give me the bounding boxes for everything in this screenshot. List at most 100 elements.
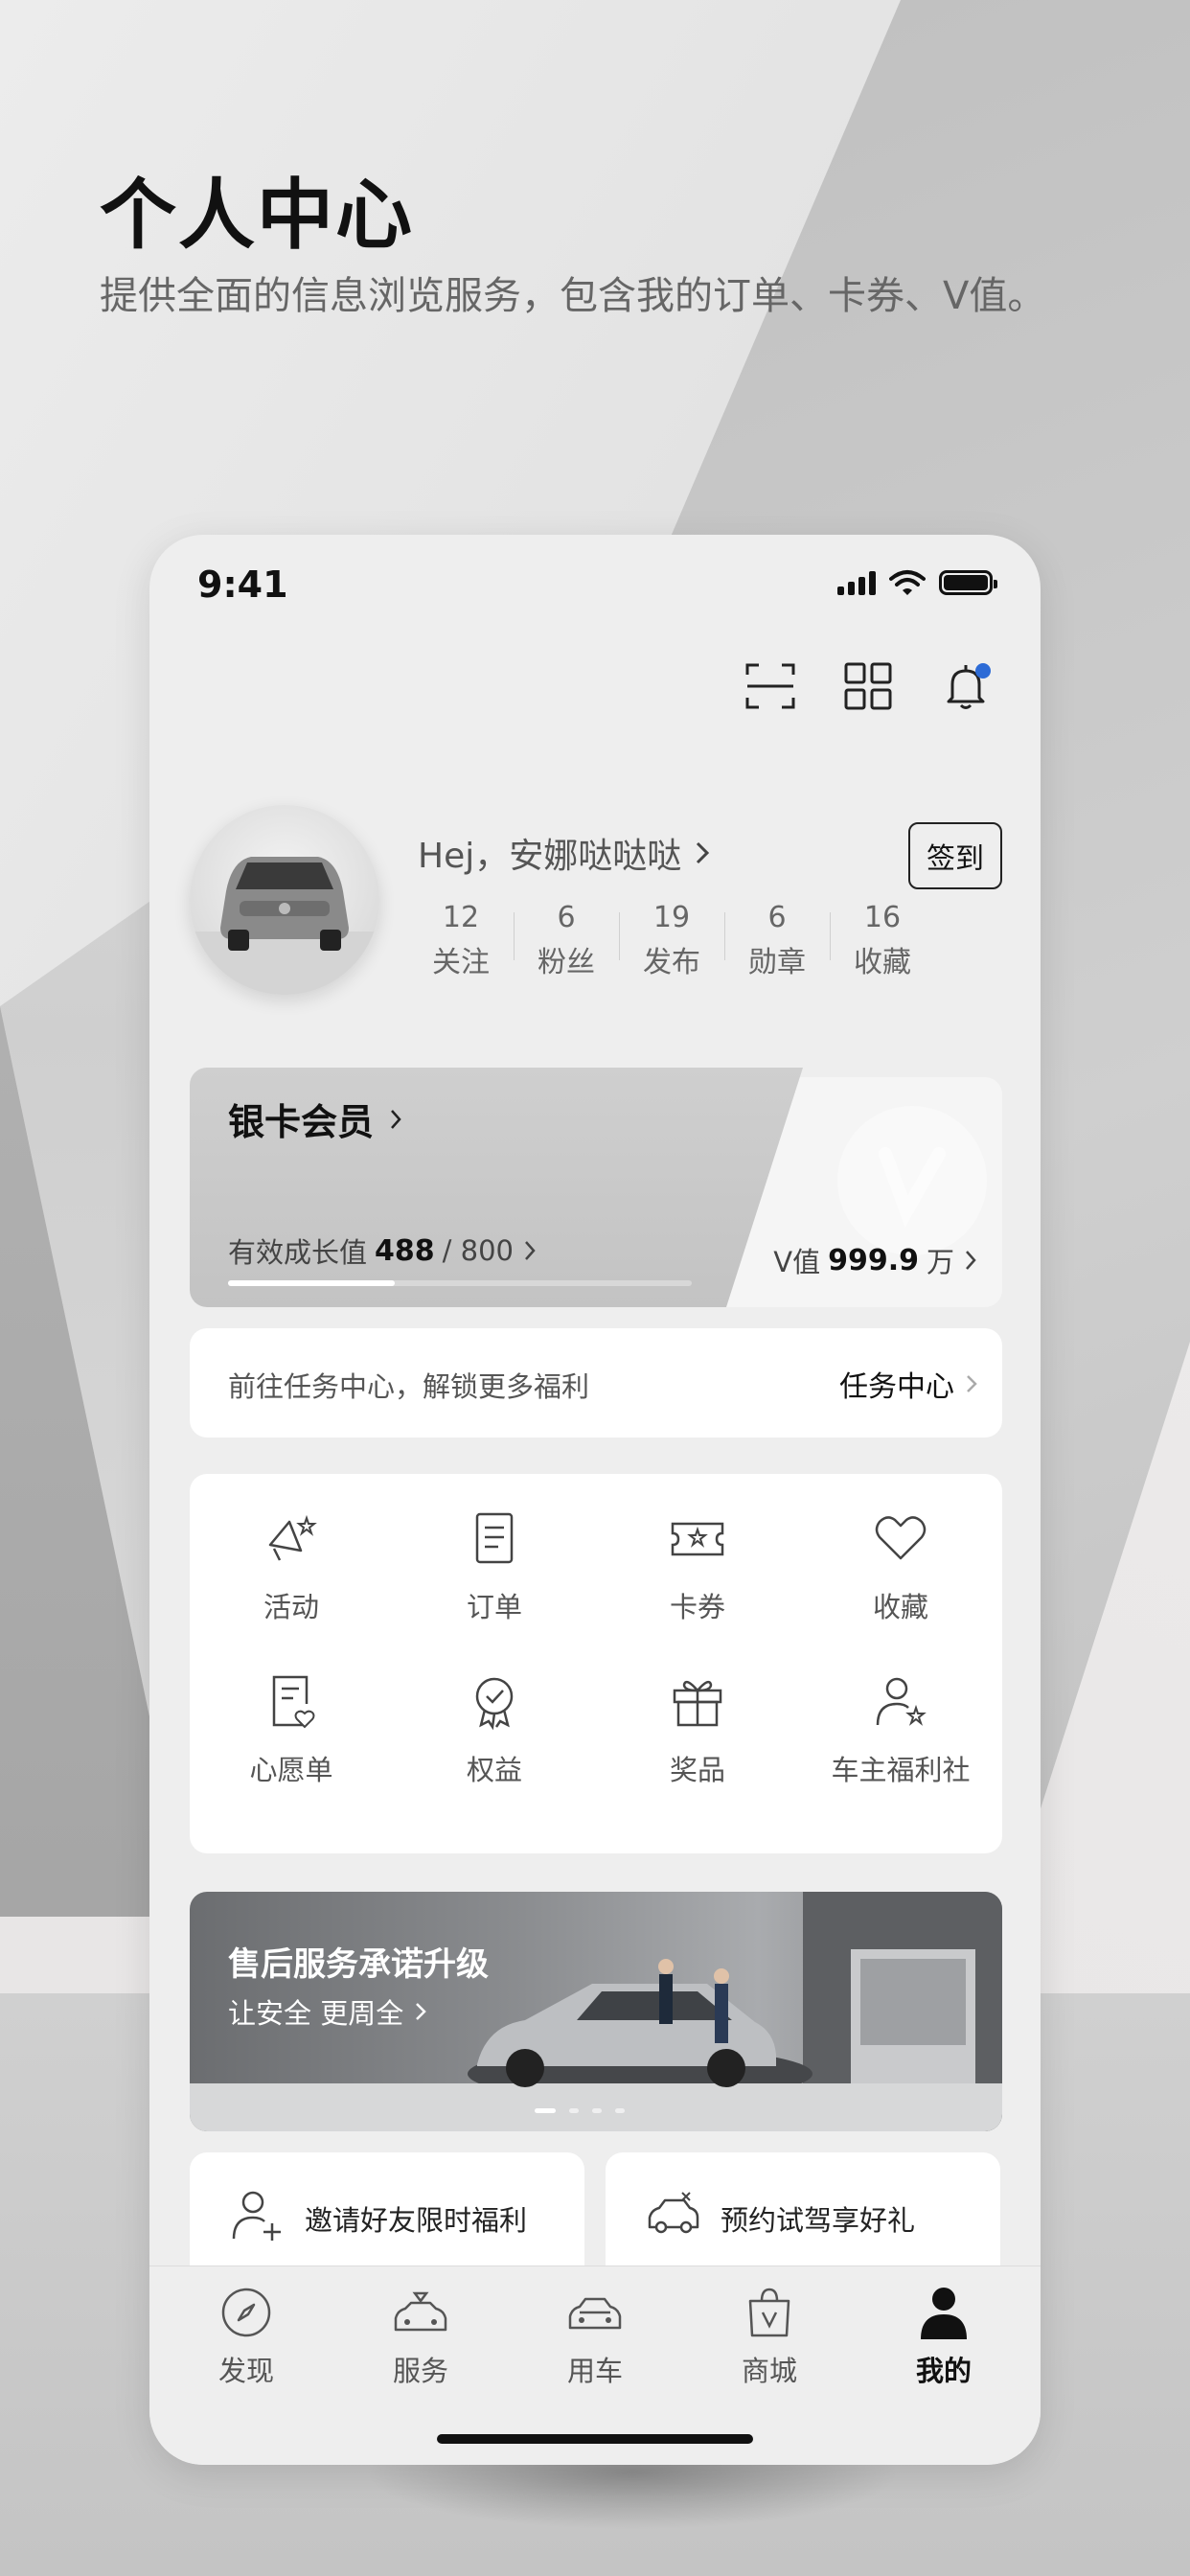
v-value-number: 999.9	[828, 1243, 919, 1277]
stat-label: 发布	[643, 946, 700, 979]
phone-screen: 9:41 Hej，安娜哒哒哒 签到 12 关注 6 粉丝 19 发布 6 勋章 …	[149, 535, 1041, 2465]
profile-stats: 12 关注 6 粉丝 19 发布 6 勋章 16 收藏	[408, 901, 935, 980]
car-avatar-image	[190, 857, 379, 995]
chevron-right-icon	[391, 1109, 401, 1129]
stat-number: 19	[652, 901, 691, 934]
growth-progress-fill	[228, 1280, 396, 1286]
service-car-icon	[394, 2291, 447, 2332]
tab-car[interactable]: 用车	[523, 2284, 667, 2389]
grid-item-label: 活动	[263, 1591, 319, 1623]
stat-posts[interactable]: 19 发布	[619, 901, 724, 980]
tab-label: 我的	[915, 2355, 972, 2387]
grid-item-label: 卡券	[669, 1591, 725, 1623]
feature-grid: 活动 订单 卡券 收藏 心愿单 权益 奖品 车主福利社	[190, 1508, 1002, 1788]
badge-check-icon	[475, 1677, 514, 1731]
grid-item-orders[interactable]: 订单	[393, 1508, 596, 1625]
stat-number: 6	[767, 901, 787, 934]
v-logo-icon	[837, 1106, 987, 1255]
growth-label: 有效成长值	[228, 1236, 368, 1269]
task-center-row[interactable]: 前往任务中心，解锁更多福利 任务中心	[190, 1328, 1002, 1438]
growth-total: / 800	[442, 1234, 514, 1267]
v-value-unit: 万	[926, 1246, 954, 1278]
person-icon	[921, 2288, 967, 2339]
carousel-dots	[535, 2108, 625, 2113]
wishlist-icon	[272, 1675, 315, 1729]
tab-mine[interactable]: 我的	[872, 2284, 1016, 2389]
carousel-dot[interactable]	[569, 2108, 579, 2113]
chevron-right-icon	[416, 2003, 426, 2020]
grid-item-label: 车主福利社	[831, 1754, 971, 1786]
member-title[interactable]: 银卡会员	[228, 1092, 404, 1145]
invite-user-icon	[232, 2191, 281, 2241]
chevron-right-icon	[525, 1241, 536, 1260]
tab-label: 发现	[217, 2355, 274, 2387]
grid-item-prizes[interactable]: 奖品	[596, 1671, 799, 1788]
v-value-label: V值	[773, 1246, 821, 1278]
tab-mall[interactable]: 商城	[698, 2284, 841, 2389]
growth-number: 488	[375, 1233, 435, 1268]
car-icon	[568, 2297, 622, 2330]
stat-label: 关注	[432, 946, 490, 979]
status-icons	[837, 569, 997, 596]
compass-icon	[221, 2288, 271, 2337]
growth-value[interactable]: 有效成长值 488 / 800	[228, 1230, 538, 1271]
heart-icon	[875, 1516, 927, 1560]
grid-item-label: 心愿单	[249, 1754, 333, 1786]
grid-item-owner-club[interactable]: 车主福利社	[799, 1671, 1002, 1788]
carousel-dot[interactable]	[535, 2108, 556, 2113]
service-banner[interactable]: 售后服务承诺升级 让安全 更周全	[190, 1892, 1002, 2131]
grid-item-favorites[interactable]: 收藏	[799, 1508, 1002, 1625]
promo-label: 邀请好友限时福利	[305, 2204, 528, 2237]
member-card[interactable]: V值 999.9 万 银卡会员 有效成长值 488 / 800	[190, 1068, 1002, 1307]
grid-item-coupons[interactable]: 卡券	[596, 1508, 799, 1625]
grid-item-label: 订单	[466, 1591, 522, 1623]
top-actions	[744, 659, 993, 713]
tab-label: 用车	[566, 2355, 623, 2387]
task-text: 前往任务中心，解锁更多福利	[228, 1370, 590, 1403]
stat-medals[interactable]: 6 勋章	[724, 901, 830, 980]
v-value[interactable]: V值 999.9 万	[773, 1240, 979, 1280]
growth-progress-bar	[228, 1280, 692, 1286]
grid-item-label: 收藏	[872, 1591, 928, 1623]
stat-favorites[interactable]: 16 收藏	[830, 901, 935, 980]
tab-label: 服务	[392, 2355, 448, 2387]
stat-number: 6	[557, 901, 576, 934]
scan-icon[interactable]	[744, 659, 797, 713]
test-drive-car-icon	[648, 2192, 699, 2234]
grid-item-label: 权益	[466, 1754, 522, 1786]
stat-fans[interactable]: 6 粉丝	[514, 901, 619, 980]
coupon-ticket-icon	[671, 1522, 724, 1556]
battery-icon	[939, 570, 997, 595]
home-indicator[interactable]	[437, 2434, 753, 2444]
greeting-text: Hej，安娜哒哒哒	[418, 837, 682, 876]
hero-title: 个人中心	[100, 171, 414, 260]
avatar[interactable]	[190, 805, 379, 995]
stat-number: 16	[863, 901, 902, 934]
banner-title: 售后服务承诺升级	[228, 1945, 489, 1984]
signin-button[interactable]: 签到	[908, 822, 1002, 889]
hero-subtitle: 提供全面的信息浏览服务，包含我的订单、卡券、V值。	[100, 274, 1046, 318]
tab-service[interactable]: 服务	[349, 2284, 492, 2389]
grid-item-wishlist[interactable]: 心愿单	[190, 1671, 393, 1788]
qr-grid-icon[interactable]	[841, 659, 895, 713]
stat-follow[interactable]: 12 关注	[408, 901, 514, 980]
chevron-right-icon	[967, 1375, 977, 1392]
tab-discover[interactable]: 发现	[174, 2284, 318, 2389]
chevron-right-icon	[966, 1251, 976, 1270]
feature-grid-card: 活动 订单 卡券 收藏 心愿单 权益 奖品 车主福利社	[190, 1474, 1002, 1853]
carousel-dot[interactable]	[592, 2108, 602, 2113]
notification-dot	[975, 663, 991, 678]
task-link-label: 任务中心	[839, 1370, 954, 1404]
bell-icon[interactable]	[939, 659, 993, 713]
carousel-dot[interactable]	[615, 2108, 625, 2113]
task-center-link[interactable]: 任务中心	[839, 1363, 979, 1405]
grid-item-label: 奖品	[669, 1754, 725, 1786]
megaphone-star-icon	[268, 1514, 317, 1561]
grid-item-activity[interactable]: 活动	[190, 1508, 393, 1625]
grid-item-benefits[interactable]: 权益	[393, 1671, 596, 1788]
chevron-right-icon	[697, 841, 710, 864]
tab-label: 商城	[741, 2355, 797, 2387]
member-level: 银卡会员	[228, 1101, 375, 1143]
greeting[interactable]: Hej，安娜哒哒哒	[418, 828, 712, 878]
stat-label: 粉丝	[538, 946, 595, 979]
